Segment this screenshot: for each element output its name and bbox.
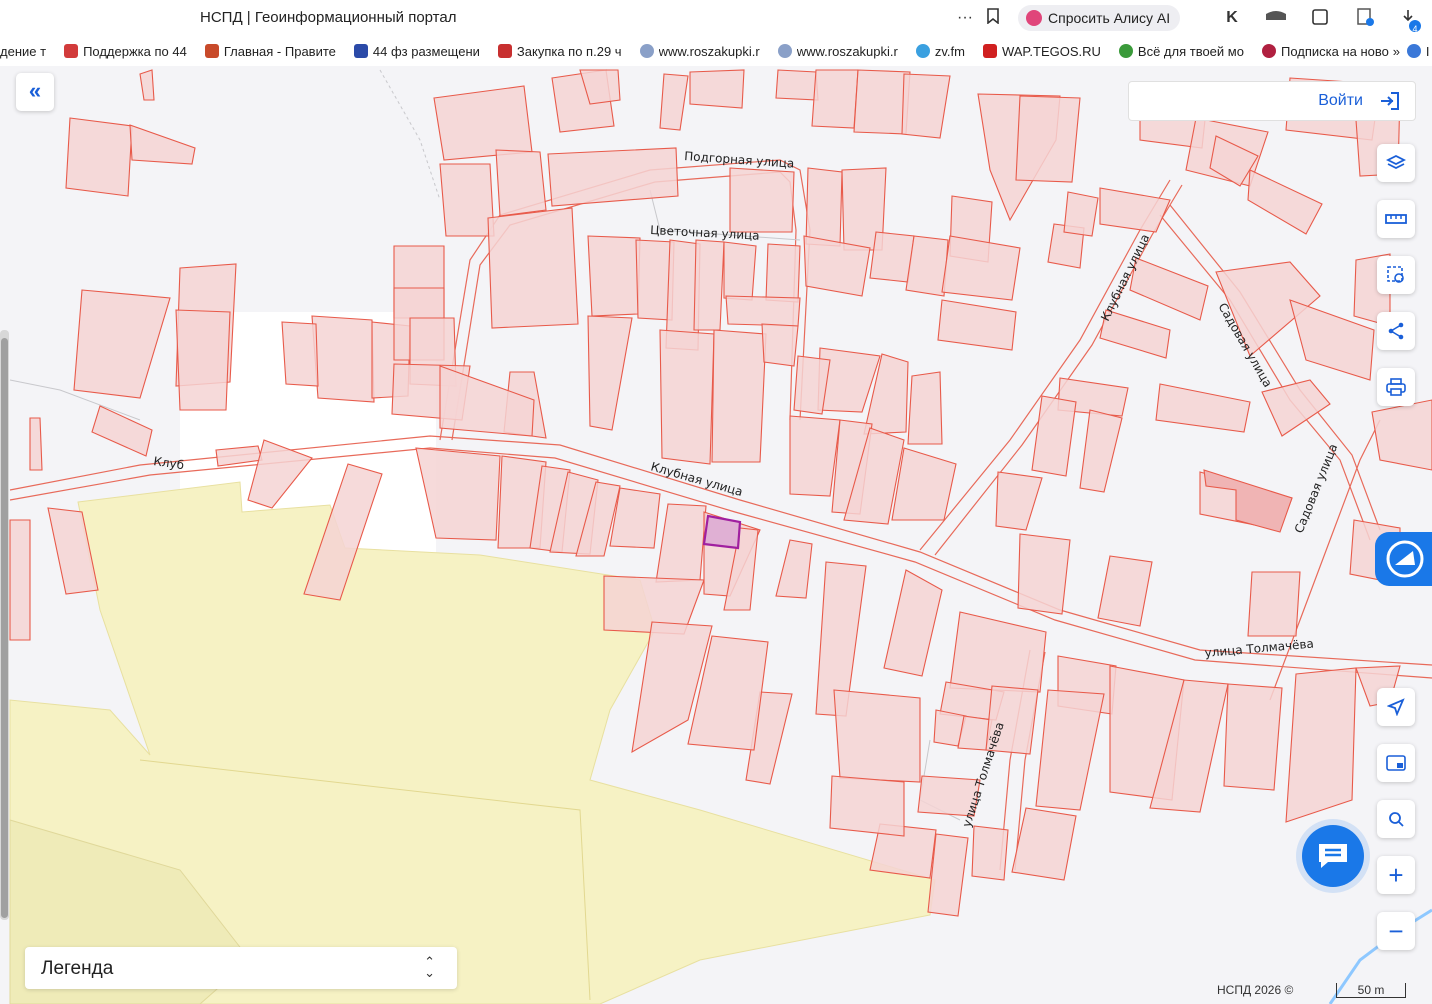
favicon-icon <box>497 44 512 58</box>
bookmark-item[interactable]: WAP.TEGOS.RU <box>982 43 1101 59</box>
print-icon <box>1386 378 1406 396</box>
login-icon <box>1379 91 1401 116</box>
more-icon[interactable]: ··· <box>955 8 975 28</box>
bookmark-label: Поддержка по 44 <box>83 43 187 59</box>
favicon-icon <box>1261 44 1276 58</box>
scale-bar: 50 m <box>1336 983 1406 998</box>
favicon-icon <box>353 44 368 58</box>
map-svg: Подгорная улица Цветочная улица Клубная … <box>0 66 1432 1004</box>
bookmark-label: 44 фз размещени <box>372 43 480 59</box>
bookmark-label: Главная - Правите <box>223 43 336 59</box>
bookmark-label: WAP.TEGOS.RU <box>1001 43 1101 59</box>
bookmarks-overflow-icon[interactable]: » <box>1393 44 1400 59</box>
bookmark-item[interactable]: www.roszakupki.r <box>639 43 760 59</box>
login-button[interactable]: Войти <box>1128 81 1416 121</box>
share-button[interactable] <box>1377 312 1415 350</box>
copyright: НСПД 2026 © <box>1217 983 1294 997</box>
left-scrollbar[interactable] <box>0 330 9 920</box>
favicon-icon <box>1406 44 1421 58</box>
extension-shield-icon[interactable] <box>1355 8 1375 28</box>
favicon-icon <box>915 44 930 58</box>
downloads-icon[interactable]: 4 <box>1400 8 1421 34</box>
bookmark-item[interactable]: 44 фз размещени <box>353 43 480 59</box>
legend-label: Легенда <box>41 958 114 979</box>
ruler-button[interactable] <box>1377 200 1415 238</box>
favicon-icon <box>64 44 79 58</box>
bookmark-icon[interactable] <box>983 8 1003 28</box>
chat-button[interactable] <box>1302 825 1364 887</box>
bookmark-item[interactable]: Подписка на ново <box>1261 43 1389 59</box>
bookmark-item[interactable]: Закупка по п.29 ч <box>497 43 622 59</box>
area-select-icon <box>1387 266 1404 283</box>
bookmark-label: дение т <box>0 43 47 59</box>
tab-title: НСПД | Геоинформационный портал <box>200 9 457 26</box>
area-select-button[interactable] <box>1377 256 1415 294</box>
bookmark-item[interactable]: www.roszakupki.r <box>777 43 898 59</box>
bookmark-label: Всё для твоей мо <box>1137 43 1244 59</box>
scrollbar-thumb[interactable] <box>1 338 8 918</box>
extension-puzzle-icon[interactable] <box>1310 8 1330 28</box>
chat-icon <box>1319 844 1347 868</box>
extension-k-icon[interactable]: K <box>1222 8 1242 28</box>
collapse-panel-button[interactable]: « <box>16 73 54 111</box>
bookmark-item[interactable]: zv.fm <box>915 43 965 59</box>
layers-button[interactable] <box>1377 144 1415 182</box>
cadastral-app-badge[interactable] <box>1375 532 1432 586</box>
favicon-icon <box>982 44 997 58</box>
zoom-in-label: + <box>1388 859 1404 890</box>
map-canvas[interactable]: Подгорная улица Цветочная улица Клубная … <box>0 66 1432 1004</box>
app-logo-icon <box>1386 540 1424 578</box>
print-button[interactable] <box>1377 368 1415 406</box>
expand-icon: ⌃ ⌄ <box>424 954 435 980</box>
bookmark-item[interactable]: Поддержка по 44 <box>64 44 187 59</box>
bookmark-label: zv.fm <box>934 43 965 59</box>
bookmark-item[interactable]: Главная - Правите <box>204 43 336 59</box>
bookmark-item[interactable]: Всё для твоей мо <box>1118 43 1244 59</box>
bookmark-label: Закупка по п.29 ч <box>516 43 622 59</box>
favicon-icon <box>1118 44 1133 58</box>
login-label: Войти <box>1318 92 1363 109</box>
favicon-icon <box>204 44 219 58</box>
zoom-in-button[interactable]: + <box>1377 856 1415 894</box>
bookmark-label: www.roszakupki.r <box>796 43 898 59</box>
favicon-icon <box>777 44 792 58</box>
alice-icon <box>1026 10 1042 26</box>
navigate-button[interactable] <box>1377 688 1415 726</box>
minimap-button[interactable] <box>1377 744 1415 782</box>
bookmarks-bar: дение т Поддержка по 44 Главная - Правит… <box>0 36 1432 67</box>
layers-icon <box>1386 154 1406 170</box>
zoom-out-label: − <box>1388 915 1404 946</box>
ask-alice-label: Спросить Алису AI <box>1048 10 1171 26</box>
extension-hat-icon[interactable] <box>1265 8 1286 28</box>
selected-parcel[interactable] <box>702 514 742 550</box>
zoom-out-button[interactable]: − <box>1377 912 1415 950</box>
search-location-icon <box>1389 812 1404 827</box>
ruler-icon <box>1385 214 1407 224</box>
bookmark-item[interactable]: дение т <box>0 44 46 59</box>
share-icon <box>1388 322 1404 340</box>
minimap-icon <box>1386 755 1406 771</box>
bookmark-label: www.roszakupki.r <box>658 43 760 59</box>
bookmark-item[interactable]: I <box>1406 43 1430 59</box>
navigate-icon <box>1387 698 1405 716</box>
bookmark-label: I <box>1425 43 1430 59</box>
ask-alice-button[interactable]: Спросить Алису AI <box>1018 5 1181 31</box>
bookmark-label: Подписка на ново <box>1280 43 1389 59</box>
favicon-icon <box>639 44 654 58</box>
legend-panel[interactable]: Легенда ⌃ ⌄ <box>25 947 457 989</box>
search-location-button[interactable] <box>1377 800 1415 838</box>
browser-titlebar: НСПД | Геоинформационный портал ··· Спро… <box>0 0 1432 36</box>
